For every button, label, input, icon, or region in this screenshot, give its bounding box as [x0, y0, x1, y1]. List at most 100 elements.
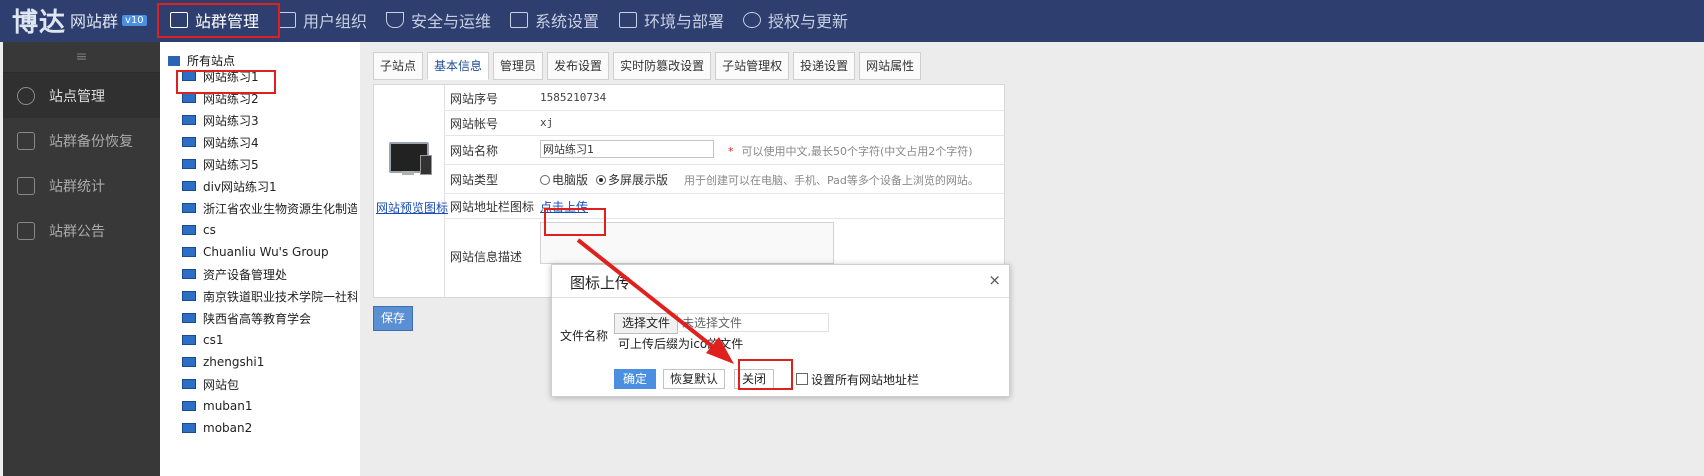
preview-cell: 网站预览图标	[374, 85, 448, 297]
row-site-name: 网站名称 网站练习1 * 可以使用中文,最长50个字符(中文占用2个字符)	[444, 135, 1004, 165]
tree-node[interactable]: 网站练习5	[182, 155, 357, 173]
nav-label: 用户组织	[303, 12, 368, 31]
required-mark: *	[728, 145, 734, 158]
monitor-icon	[182, 313, 196, 323]
choose-file-button[interactable]: 选择文件	[614, 313, 678, 334]
announcement-icon	[17, 221, 35, 240]
tree-node[interactable]: div网站练习1	[182, 177, 357, 195]
value-site-seq: 1585210734	[540, 91, 607, 104]
sidebar: ≡ 站点管理 站群备份恢复 站群统计 站群公告	[3, 42, 160, 476]
site-name-input[interactable]: 网站练习1	[540, 140, 714, 158]
tree-node[interactable]: Chuanliu Wu's Group	[182, 243, 357, 261]
backup-icon	[17, 131, 35, 150]
nav-label: 环境与部署	[644, 12, 725, 31]
monitor-icon	[182, 269, 196, 279]
sidebar-item-backup-restore[interactable]: 站群备份恢复	[3, 118, 160, 163]
nav-label: 系统设置	[535, 12, 600, 31]
tree-node[interactable]: 网站包	[182, 375, 357, 393]
monitor-icon	[182, 357, 196, 367]
node-label: 陕西省高等教育学会	[203, 311, 312, 326]
tab-subsite-permissions[interactable]: 子站管理权	[715, 52, 790, 80]
monitor-icon	[182, 247, 196, 257]
nav-user-organization[interactable]: 用户组织	[278, 6, 367, 34]
gear-icon	[510, 12, 528, 28]
save-button[interactable]: 保存	[373, 306, 413, 331]
tab-subsites[interactable]: 子站点	[373, 52, 424, 80]
node-label: 网站包	[203, 377, 240, 392]
sidebar-collapse-icon[interactable]: ≡	[3, 42, 160, 73]
sidebar-item-statistics[interactable]: 站群统计	[3, 163, 160, 208]
node-label: cs	[203, 223, 216, 237]
grid-icon	[619, 12, 637, 28]
nav-security-ops[interactable]: 安全与运维	[386, 6, 491, 34]
preview-icon-link[interactable]: 网站预览图标	[376, 199, 448, 216]
site-tree: 所有站点 网站练习1 网站练习2 网站练习3 网站练习4 网站练习5 div网站…	[160, 42, 360, 476]
user-icon	[278, 12, 296, 28]
node-label: Chuanliu Wu's Group	[203, 245, 329, 259]
restore-default-button[interactable]: 恢复默认	[663, 369, 725, 389]
apply-all-label: 设置所有网站地址栏	[811, 373, 920, 387]
monitor-icon	[182, 159, 196, 169]
apply-all-checkbox[interactable]	[796, 373, 808, 385]
tab-tamper-protection[interactable]: 实时防篡改设置	[613, 52, 712, 80]
tree-node[interactable]: cs1	[182, 331, 357, 349]
highlight-tree-node	[176, 70, 276, 94]
chart-icon	[17, 176, 35, 195]
label-favicon: 网站地址栏图标	[450, 200, 535, 214]
tab-bar: 子站点 基本信息 管理员 发布设置 实时防篡改设置 子站管理权 投递设置 网站属…	[373, 52, 925, 80]
logo-version: v10	[122, 14, 147, 26]
tree-node[interactable]: muban1	[182, 397, 357, 415]
tree-node[interactable]: moban2	[182, 419, 357, 437]
tree-node[interactable]: 网站练习3	[182, 111, 357, 129]
tab-delivery-settings[interactable]: 投递设置	[793, 52, 856, 80]
sidebar-item-label: 站点管理	[49, 88, 105, 105]
tree-node[interactable]: 资产设备管理处	[182, 265, 357, 283]
tab-site-properties[interactable]: 网站属性	[859, 52, 922, 80]
tab-basic-info[interactable]: 基本信息	[427, 52, 490, 80]
nav-license-update[interactable]: 授权与更新	[743, 6, 848, 34]
node-label: cs1	[203, 333, 224, 347]
tree-node[interactable]: cs	[182, 221, 357, 239]
radio-desktop[interactable]: 电脑版	[540, 171, 588, 188]
nav-label: 授权与更新	[768, 12, 849, 31]
sidebar-item-label: 站群备份恢复	[49, 133, 133, 150]
tree-node[interactable]: 陕西省高等教育学会	[182, 309, 357, 327]
monitor-icon	[182, 335, 196, 345]
label-site-name: 网站名称	[450, 144, 499, 158]
radio-icon	[540, 175, 550, 185]
sidebar-item-announcement[interactable]: 站群公告	[3, 208, 160, 253]
radio-label: 多屏展示版	[608, 173, 669, 187]
label-site-account: 网站帐号	[450, 117, 499, 131]
node-label: 网站练习3	[203, 113, 259, 128]
radio-multiscreen[interactable]: 多屏展示版	[596, 171, 668, 188]
value-site-account: xj	[540, 116, 554, 129]
monitor-icon	[182, 379, 196, 389]
monitor-icon	[182, 181, 196, 191]
tab-publish-settings[interactable]: 发布设置	[547, 52, 610, 80]
confirm-button[interactable]: 确定	[614, 369, 656, 389]
nav-environment-deploy[interactable]: 环境与部署	[619, 6, 724, 34]
tree-node[interactable]: zhengshi1	[182, 353, 357, 371]
close-icon[interactable]: ×	[988, 271, 1001, 289]
node-label: moban2	[203, 421, 253, 435]
node-label: muban1	[203, 399, 253, 413]
file-status: 未选择文件	[676, 313, 829, 332]
monitor-icon	[182, 423, 196, 433]
tree-node[interactable]: 南京铁道职业技术学院一社科	[182, 287, 357, 305]
nav-system-settings[interactable]: 系统设置	[510, 6, 599, 34]
node-label: 网站练习4	[203, 135, 259, 150]
tree-node[interactable]: 网站练习4	[182, 133, 357, 151]
node-label: zhengshi1	[203, 355, 265, 369]
monitor-icon	[182, 203, 196, 213]
computer-stand	[402, 171, 414, 175]
monitor-icon	[182, 115, 196, 125]
tree-node[interactable]: 浙江省农业生物资源生化制造	[182, 199, 357, 217]
main-content: 子站点 基本信息 管理员 发布设置 实时防篡改设置 子站管理权 投递设置 网站属…	[360, 42, 1704, 476]
sidebar-item-label: 站群统计	[49, 178, 105, 195]
logo-brand: 博达	[12, 7, 67, 38]
row-site-type: 网站类型 电脑版 多屏展示版 用于创建可以在电脑、手机、Pad等多个设备上浏览的…	[444, 164, 1004, 194]
tab-admins[interactable]: 管理员	[493, 52, 544, 80]
sidebar-item-site-management[interactable]: 站点管理	[3, 73, 160, 118]
label-site-seq: 网站序号	[450, 92, 499, 106]
license-icon	[743, 12, 761, 28]
